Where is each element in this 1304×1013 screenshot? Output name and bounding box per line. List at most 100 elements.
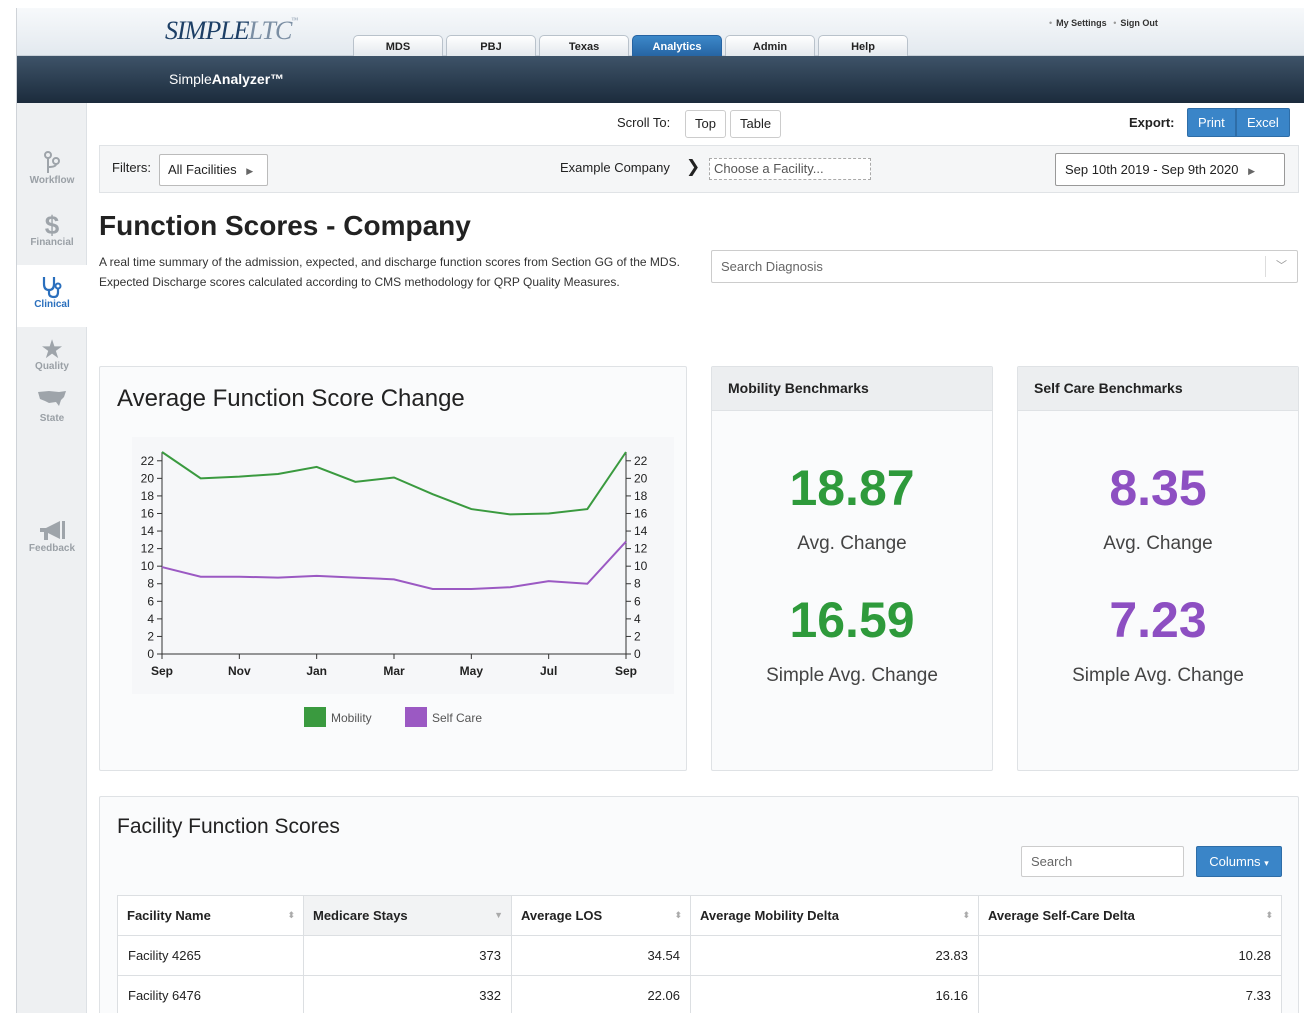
y-tick-label-right: 16	[634, 506, 648, 520]
sort-icon: ⬍	[287, 910, 295, 920]
search-diagnosis-select[interactable]: Search Diagnosis ﹀	[711, 250, 1298, 283]
sidebar-label-quality: Quality	[35, 361, 69, 372]
sidebar-label-feedback: Feedback	[28, 543, 76, 554]
mobility-simple-avg-value: 16.59	[789, 592, 915, 648]
selfcare-simple-avg-label: Simple Avg. Change	[1072, 665, 1244, 686]
sidebar-item-workflow[interactable]: Workflow	[17, 141, 87, 203]
table-header-row: Facility Name ⬍ Medicare Stays ▼ Average L…	[117, 895, 1282, 936]
tab-analytics[interactable]: Analytics	[632, 35, 722, 57]
excel-button[interactable]: Excel	[1236, 108, 1290, 137]
x-tick-label: May	[460, 664, 484, 678]
selfcare-delta-cell: 10.28	[978, 935, 1282, 976]
legend-label: Mobility	[331, 711, 372, 725]
y-tick-label-left: 8	[147, 577, 154, 591]
app-title-simple: Simple	[169, 71, 212, 87]
account-links: • My Settings • Sign Out	[1049, 18, 1158, 28]
y-tick-label-left: 16	[141, 506, 155, 520]
mobility-simple-avg-label: Simple Avg. Change	[766, 665, 938, 686]
legend-swatch	[304, 707, 326, 727]
y-tick-label-right: 22	[634, 454, 648, 468]
function-score-chart-panel: Average Function Score Change 0022446688…	[99, 366, 687, 771]
all-facilities-dropdown[interactable]: All Facilities ▶	[159, 154, 268, 186]
sidebar: Workflow $ Financial Clinical ★ Quality …	[17, 103, 87, 1013]
sign-out-link[interactable]: Sign Out	[1120, 18, 1158, 28]
line-chart: 0 02 24 46 68 810 1012 1214 1416 1618 1820 2022 22Se…	[132, 437, 674, 727]
stethoscope-icon	[17, 265, 87, 299]
tab-help[interactable]: Help	[818, 35, 908, 57]
y-tick-label-left: 20	[141, 471, 155, 485]
selfcare-avg-change-value: 8.35	[1109, 460, 1207, 516]
app-title: SimpleAnalyzer™	[169, 71, 284, 87]
medicare-stays-cell: 373	[303, 935, 512, 976]
table-row[interactable]: Facility 4265 373 34.54 23.83 10.28	[117, 935, 1282, 976]
sidebar-label-financial: Financial	[30, 237, 74, 248]
tab-admin[interactable]: Admin	[725, 35, 815, 57]
y-tick-label-left: 12	[141, 542, 155, 556]
top-header: SIMPLELTC™ • My Settings • Sign Out MDS PB…	[17, 8, 1304, 57]
simpleltc-logo[interactable]: SIMPLELTC™	[165, 16, 298, 46]
facility-scores-panel: Facility Function Scores Search Columns …	[99, 796, 1299, 1013]
sidebar-label-clinical: Clinical	[34, 299, 70, 310]
columns-button[interactable]: Columns ▾	[1196, 846, 1282, 877]
table-row[interactable]: Facility 6476 332 22.06 16.16 7.33	[117, 975, 1282, 1013]
sidebar-item-quality[interactable]: ★ Quality	[17, 327, 87, 389]
column-header-average-selfcare-delta[interactable]: Average Self-Care Delta ⬍	[978, 895, 1282, 936]
y-tick-label-right: 4	[634, 612, 641, 626]
mobility-delta-cell: 23.83	[690, 935, 979, 976]
sort-icon: ⬍	[674, 910, 682, 920]
selfcare-avg-change-label: Avg. Change	[1103, 533, 1213, 554]
selfcare-simple-avg-value: 7.23	[1109, 592, 1207, 648]
sidebar-item-feedback[interactable]: Feedback	[17, 509, 87, 571]
facility-select[interactable]: Choose a Facility...	[709, 158, 871, 180]
column-header-facility-name[interactable]: Facility Name ⬍	[117, 895, 304, 936]
tab-texas[interactable]: Texas	[539, 35, 629, 57]
company-breadcrumb[interactable]: Example Company	[560, 160, 670, 175]
print-button[interactable]: Print	[1187, 108, 1236, 137]
y-tick-label-left: 10	[141, 559, 155, 573]
my-settings-link[interactable]: My Settings	[1056, 18, 1107, 28]
date-range-picker[interactable]: Sep 10th 2019 - Sep 9th 2020 ▶	[1055, 153, 1285, 186]
sidebar-item-state[interactable]: State	[17, 389, 87, 439]
tab-pbj[interactable]: PBJ	[446, 35, 536, 57]
export-label: Export:	[1129, 115, 1175, 130]
logo-trademark: ™	[291, 16, 298, 24]
column-header-average-mobility-delta[interactable]: Average Mobility Delta ⬍	[690, 895, 979, 936]
app-window: SIMPLELTC™ • My Settings • Sign Out MDS PB…	[16, 8, 1304, 1013]
medicare-stays-cell: 332	[303, 975, 512, 1013]
selfcare-benchmarks-title: Self Care Benchmarks	[1018, 367, 1298, 411]
column-header-label: Facility Name	[127, 908, 211, 923]
columns-button-label: Columns	[1209, 854, 1261, 869]
sidebar-item-clinical[interactable]: Clinical	[17, 265, 87, 327]
y-tick-label-left: 0	[147, 647, 154, 661]
column-header-medicare-stays[interactable]: Medicare Stays ▼	[303, 895, 512, 936]
y-tick-label-left: 14	[141, 524, 155, 538]
y-tick-label-right: 2	[634, 629, 641, 643]
tab-mds[interactable]: MDS	[353, 35, 443, 57]
star-icon: ★	[40, 334, 64, 364]
mobility-benchmarks-title: Mobility Benchmarks	[712, 367, 992, 411]
y-tick-label-right: 12	[634, 542, 648, 556]
table-title: Facility Function Scores	[117, 815, 340, 838]
app-title-analyzer: Analyzer™	[211, 71, 285, 87]
caret-right-icon: ▶	[246, 166, 254, 176]
scroll-top-button[interactable]: Top	[685, 110, 726, 138]
y-tick-label-right: 14	[634, 524, 648, 538]
main-content: Scroll To: Top Table Export: Print Excel…	[87, 103, 1304, 1013]
column-header-average-los[interactable]: Average LOS ⬍	[511, 895, 691, 936]
scroll-table-button[interactable]: Table	[730, 110, 782, 138]
main-nav-tabs: MDS PBJ Texas Analytics Admin Help	[353, 35, 908, 57]
caret-right-icon: ▶	[1248, 166, 1256, 176]
x-tick-label: Sep	[615, 664, 637, 678]
y-tick-label-right: 18	[634, 489, 648, 503]
plot-background	[132, 437, 674, 694]
table-search-input[interactable]: Search	[1021, 846, 1184, 877]
column-header-label: Average Mobility Delta	[700, 908, 839, 923]
sidebar-item-financial[interactable]: $ Financial	[17, 203, 87, 265]
filters-label: Filters:	[112, 160, 151, 175]
y-tick-label-right: 6	[634, 594, 641, 608]
sidebar-label-state: State	[39, 413, 65, 424]
scroll-to-label: Scroll To:	[617, 115, 671, 130]
filter-bar: Filters: All Facilities ▶ Example Compan…	[99, 145, 1299, 193]
y-tick-label-left: 4	[147, 612, 154, 626]
workflow-icon	[17, 141, 87, 175]
